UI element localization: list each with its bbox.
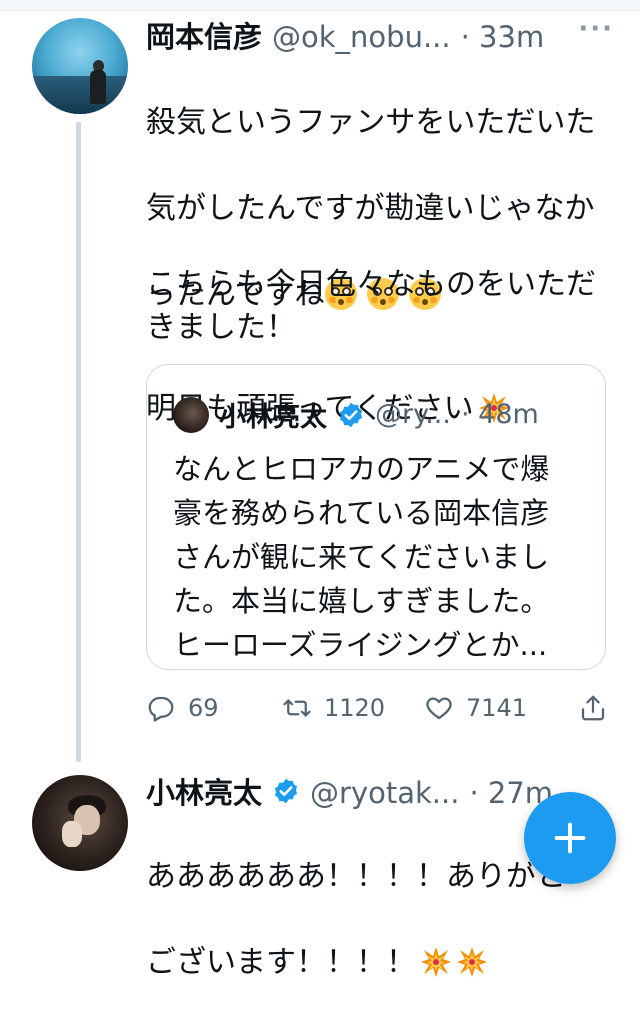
quoted-tweet-header: 小林亮太 @ry... · 48m — [173, 395, 593, 434]
tweet-text-line: 殺気というファンサをいただいた — [146, 105, 596, 140]
tweet-text-line: ございます！！！！ — [146, 941, 616, 984]
avatar[interactable] — [32, 775, 128, 871]
previous-tweet-edge — [0, 0, 640, 11]
retweet-icon — [283, 699, 311, 717]
like-count: 7141 — [466, 694, 528, 722]
handle[interactable]: @ok_nobu... — [272, 20, 451, 54]
tweet-action-bar: 69 1120 7141 — [146, 688, 608, 728]
heart-icon — [426, 697, 452, 720]
avatar[interactable] — [32, 18, 128, 114]
share-button[interactable] — [578, 693, 608, 723]
display-name[interactable]: 小林亮太 — [146, 770, 262, 812]
quoted-tweet-text: なんとヒロアカのアニメで爆 豪を務められている岡本信彦 さんが観に来てくださいま… — [173, 452, 550, 662]
quoted-tweet-card[interactable]: 小林亮太 @ry... · 48m なんとヒロアカのアニメで爆 豪を務められてい… — [146, 364, 606, 670]
verified-badge-icon — [272, 777, 300, 805]
avatar-background — [32, 76, 128, 114]
retweet-button[interactable]: 1120 — [282, 693, 385, 723]
avatar-figure — [90, 70, 106, 104]
compose-tweet-button[interactable] — [524, 792, 616, 884]
collision-icon — [420, 946, 452, 978]
reply-button[interactable]: 69 — [146, 693, 219, 723]
thread-connector-line — [76, 122, 81, 762]
quoted-display-name: 小林亮太 — [219, 402, 327, 433]
more-options-button[interactable]: ··· — [578, 14, 614, 44]
tweet-text-fragment: ございます！！！！ — [146, 945, 416, 980]
timestamp[interactable]: · 33m — [461, 20, 545, 54]
collision-icon — [456, 946, 488, 978]
reply-count: 69 — [188, 694, 219, 722]
quoted-avatar — [173, 396, 209, 433]
like-button[interactable]: 7141 — [424, 693, 527, 723]
display-name[interactable]: 岡本信彦 — [146, 14, 262, 56]
tweet-header: 岡本信彦 @ok_nobu... · 33m — [146, 14, 616, 56]
quoted-handle: @ry... — [375, 399, 451, 430]
reply-icon — [148, 696, 174, 722]
verified-badge-icon — [337, 401, 365, 429]
plus-icon — [554, 822, 586, 854]
avatar-hand — [62, 821, 82, 847]
retweet-count: 1120 — [324, 694, 386, 722]
share-icon — [581, 695, 605, 721]
quoted-timestamp: · 48m — [460, 399, 539, 430]
handle[interactable]: @ryotak... — [310, 776, 459, 810]
